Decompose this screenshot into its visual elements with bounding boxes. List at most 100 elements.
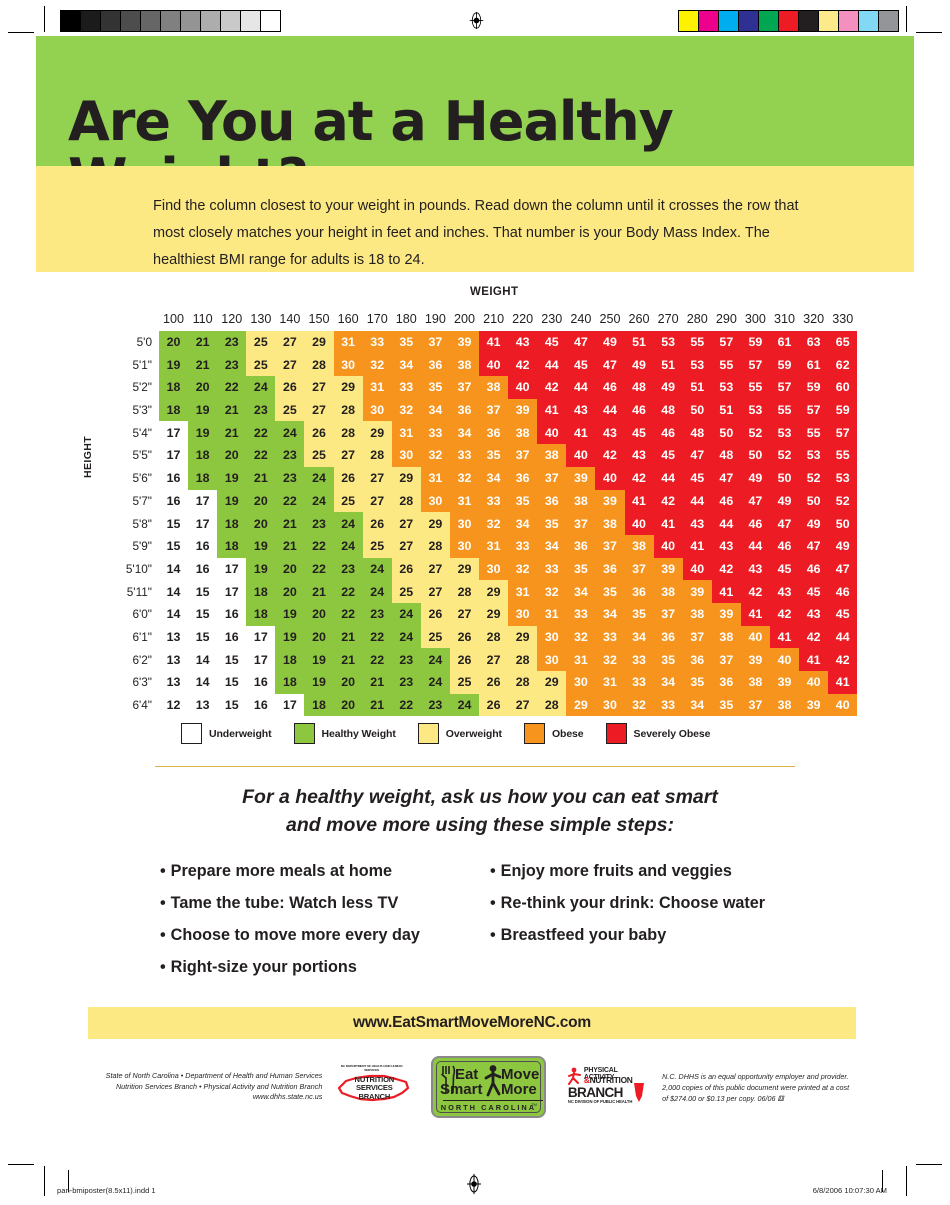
table-row: 5'3" 18 19 21 23 25 27 28 30 32 34 36 37 39 41 43 44 46 48… — [110, 398, 858, 422]
weight-column-header-280: 280 — [686, 312, 708, 327]
bmi-cell: 16 — [217, 602, 247, 626]
bmi-cell: 21 — [362, 693, 392, 717]
grayscale-calibration-swatches — [60, 10, 281, 32]
bmi-cell: 32 — [537, 580, 567, 603]
bmi-cell: 39 — [595, 489, 625, 513]
bmi-cell: 31 — [479, 534, 509, 558]
bmi-cell: 29 — [420, 512, 450, 535]
bmi-cell: 25 — [420, 625, 450, 649]
table-row: 6'2" 13 14 15 17 18 19 21 22 23 24 26 27 28 30 31 32 33 35… — [110, 648, 858, 671]
bmi-cell: 55 — [769, 398, 800, 422]
bmi-cell: 22 — [246, 421, 276, 445]
steps-heading-line2: and move more using these simple steps: — [286, 814, 674, 836]
gray-swatch-10 — [261, 11, 280, 31]
agency-line-1: State of North Carolina • Department of … — [105, 1071, 323, 1081]
height-row-header-8: 5'8" — [132, 516, 152, 531]
footer: State of North Carolina • Department of … — [88, 1052, 863, 1122]
bmi-cell: 36 — [566, 534, 596, 558]
esmm-move-text: Move — [500, 1066, 540, 1083]
bmi-cell: 29 — [479, 602, 509, 626]
bmi-cell: 34 — [537, 534, 567, 558]
color-swatch-8 — [839, 11, 859, 31]
legend-item-over: Overweight — [417, 723, 502, 744]
weight-column-header-310: 310 — [774, 312, 796, 327]
bmi-cell: 42 — [653, 489, 683, 513]
bmi-cell: 34 — [391, 353, 421, 377]
steps-heading-line1: For a healthy weight, ask us how you can… — [242, 786, 718, 808]
bmi-cell: 26 — [449, 648, 480, 671]
bmi-cell: 38 — [740, 671, 770, 694]
bmi-cell: 43 — [508, 330, 538, 354]
bmi-cell: 37 — [508, 444, 538, 467]
bmi-table-body: 5'0 20 21 23 25 27 29 31 33 35 37 39 41 43 45 47 49 51 53 5… — [110, 330, 858, 717]
bmi-cell: 36 — [653, 625, 683, 649]
weight-column-header-230: 230 — [541, 312, 563, 327]
nsb-logo-wordmark: NUTRITION SERVICES BRANCH — [348, 1075, 400, 1101]
nsb-line-3: BRANCH — [358, 1091, 391, 1101]
height-row-header-0: 5'0 — [136, 335, 152, 350]
weight-column-header-250: 250 — [599, 312, 621, 327]
bmi-cell: 16 — [246, 671, 276, 694]
bmi-cell: 27 — [275, 353, 305, 377]
list-item: • Re-think your drink: Choose water — [490, 887, 800, 919]
color-swatch-2 — [719, 11, 739, 31]
height-row-header-5: 5'5" — [132, 448, 152, 463]
legend-swatch-obese — [523, 723, 545, 744]
bmi-cell: 14 — [159, 557, 189, 581]
height-row-header-1: 5'1" — [132, 357, 152, 372]
bmi-cell: 49 — [740, 466, 770, 490]
bmi-cell: 31 — [333, 330, 363, 354]
bmi-cell: 17 — [188, 489, 218, 513]
bmi-cell: 15 — [217, 648, 247, 671]
bmi-cell: 29 — [391, 466, 421, 490]
list-item: • Tame the tube: Watch less TV — [160, 887, 470, 919]
bmi-cell: 42 — [508, 353, 538, 377]
bmi-cell: 21 — [275, 512, 305, 535]
height-row-header-10: 5'10" — [125, 561, 152, 576]
table-row: 5'1" 19 21 23 25 27 28 30 32 34 36 38 40 42 44 45 47 49 51… — [110, 353, 858, 377]
bmi-cell: 15 — [188, 580, 218, 603]
list-item-label: Enjoy more fruits and veggies — [500, 862, 732, 880]
bmi-cell: 18 — [159, 376, 189, 399]
bmi-cell: 21 — [188, 330, 218, 354]
bmi-cell: 41 — [479, 330, 509, 354]
bmi-cell: 40 — [799, 671, 829, 694]
bmi-cell: 22 — [246, 444, 276, 467]
bmi-cell: 41 — [711, 580, 741, 603]
bmi-cell: 24 — [362, 580, 392, 603]
bmi-cell: 17 — [159, 421, 189, 445]
bmi-cell: 42 — [595, 444, 625, 467]
bmi-cell: 14 — [188, 671, 218, 694]
website-url[interactable]: www.EatSmartMoveMoreNC.com — [353, 1014, 591, 1032]
bmi-cell: 34 — [624, 625, 654, 649]
bmi-cell: 42 — [828, 648, 858, 671]
bmi-cell: 33 — [420, 421, 450, 445]
bmi-cell: 32 — [595, 648, 625, 671]
bmi-cell: 40 — [508, 376, 538, 399]
bmi-cell: 35 — [508, 489, 538, 513]
height-row-header-12: 6'0" — [132, 607, 152, 622]
bmi-cell: 50 — [682, 398, 712, 422]
print-file-name: pan-bmiposter(8.5x11).indd 1 — [57, 1186, 156, 1195]
bmi-cell: 44 — [595, 398, 625, 422]
bmi-cell: 23 — [333, 557, 363, 581]
bmi-cell: 33 — [566, 602, 596, 626]
bmi-cell: 20 — [188, 376, 218, 399]
bmi-cell: 18 — [217, 534, 247, 558]
bmi-cell: 13 — [188, 693, 218, 717]
list-item: • Breastfeed your baby — [490, 919, 800, 951]
bmi-cell: 39 — [566, 466, 596, 490]
bmi-cell: 26 — [420, 602, 450, 626]
legend-swatch-healthy — [293, 723, 315, 744]
legend-swatch-severe — [605, 723, 627, 744]
bmi-cell: 30 — [479, 557, 509, 581]
bmi-cell: 26 — [449, 625, 480, 649]
table-row: 5'0 20 21 23 25 27 29 31 33 35 37 39 41 43 45 47 49 51 53 5… — [110, 330, 858, 354]
bmi-cell: 32 — [479, 512, 509, 535]
bmi-cell: 19 — [246, 534, 276, 558]
bmi-cell: 51 — [653, 353, 683, 377]
bmi-cell: 37 — [653, 602, 683, 626]
bmi-cell: 22 — [217, 376, 247, 399]
bmi-cell: 27 — [304, 376, 334, 399]
running-person-icon — [567, 1067, 581, 1085]
